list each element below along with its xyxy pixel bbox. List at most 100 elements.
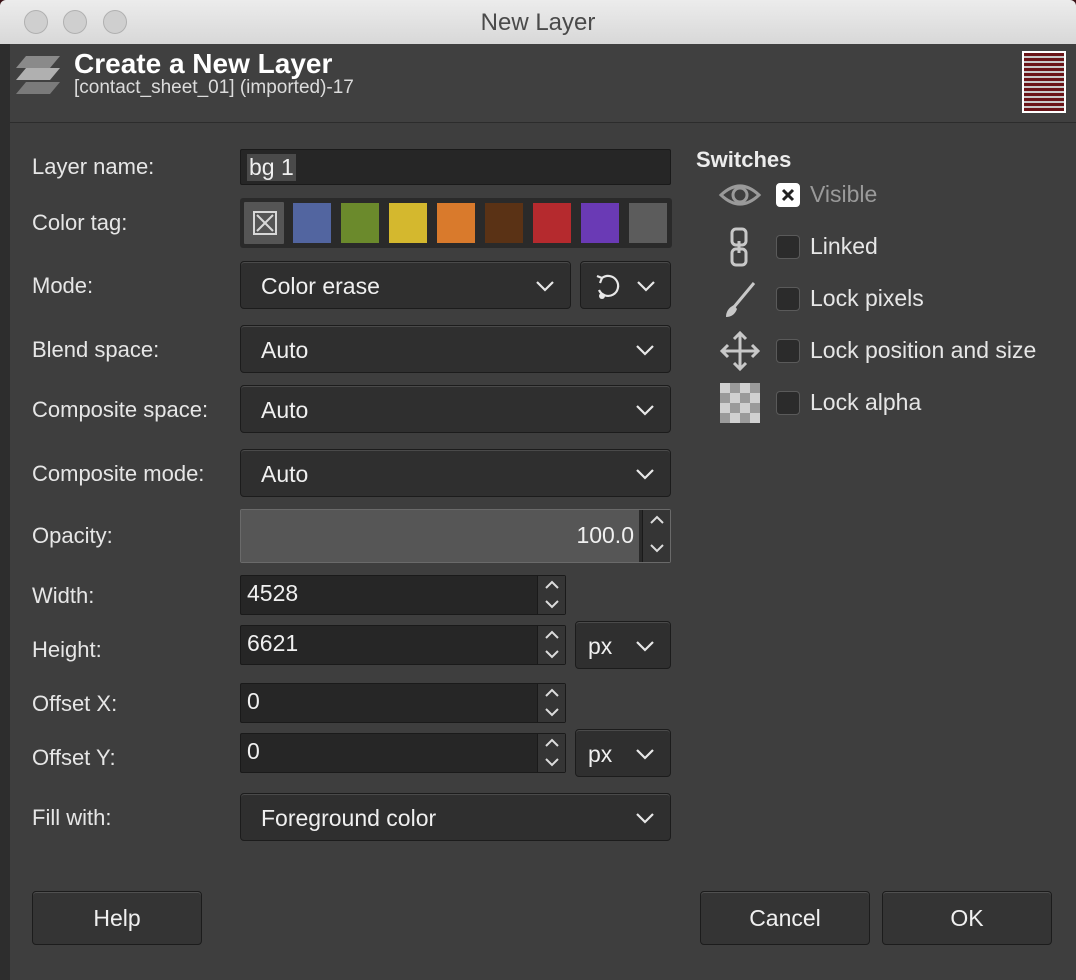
color-tag-bar [240, 198, 672, 248]
checkerboard-icon [720, 383, 760, 423]
arrow-down-icon[interactable] [544, 648, 560, 660]
window-edge [0, 44, 10, 980]
chain-icon [730, 227, 748, 267]
chevron-down-icon [636, 469, 654, 480]
composite-mode-label: Composite mode: [32, 461, 205, 486]
eye-icon [718, 184, 762, 206]
offset-x-spinner[interactable] [537, 684, 565, 722]
color-tag-swatch[interactable] [626, 200, 670, 246]
mode-label: Mode: [32, 273, 94, 298]
size-unit-combo[interactable]: px [575, 621, 671, 669]
checkmark-x-icon [781, 188, 795, 202]
fill-with-label: Fill with: [32, 805, 112, 830]
mode-value: Color erase [261, 273, 380, 299]
height-spinner[interactable] [537, 626, 565, 664]
arrow-up-icon[interactable] [544, 579, 560, 591]
color-tag-swatch[interactable] [578, 200, 622, 246]
color-tag-swatch[interactable] [386, 200, 430, 246]
fill-with-value: Foreground color [261, 805, 437, 831]
chevron-down-icon [636, 749, 654, 760]
linked-label: Linked [810, 233, 878, 259]
arrow-down-icon[interactable] [544, 756, 560, 768]
visible-label: Visible [810, 181, 878, 207]
lock-alpha-label: Lock alpha [810, 389, 922, 415]
color-tag-none[interactable] [242, 200, 286, 246]
cancel-button[interactable]: Cancel [700, 891, 870, 945]
chevron-down-icon [636, 405, 654, 416]
paintbrush-icon [726, 282, 756, 317]
lock-position-checkbox[interactable] [776, 339, 800, 363]
offset-y-input[interactable]: 0 [240, 733, 566, 773]
arrow-down-icon[interactable] [544, 706, 560, 718]
linked-checkbox[interactable] [776, 235, 800, 259]
width-spinner[interactable] [537, 576, 565, 614]
color-tag-swatch[interactable] [434, 200, 478, 246]
chevron-down-icon [636, 641, 654, 652]
composite-space-combo[interactable]: Auto [240, 385, 671, 433]
move-arrows-icon [719, 330, 761, 372]
reset-mode-icon [596, 274, 620, 299]
lock-pixels-checkbox[interactable] [776, 287, 800, 311]
fill-with-combo[interactable]: Foreground color [240, 793, 671, 841]
layer-name-input[interactable]: bg 1 [240, 149, 671, 185]
chevron-down-icon [536, 281, 554, 292]
dialog-heading: Create a New Layer [74, 48, 333, 79]
color-tag-swatch[interactable] [530, 200, 574, 246]
blend-space-combo[interactable]: Auto [240, 325, 671, 373]
title-bar[interactable]: New Layer [0, 0, 1076, 45]
mode-group-combo[interactable] [580, 261, 671, 309]
offset-x-input[interactable]: 0 [240, 683, 566, 723]
window-title: New Layer [480, 9, 596, 36]
opacity-label: Opacity: [32, 523, 113, 548]
no-color-icon [253, 211, 277, 235]
image-thumbnail [1022, 51, 1066, 113]
opacity-spinner[interactable] [642, 510, 670, 562]
arrow-up-icon[interactable] [544, 687, 560, 699]
lock-alpha-checkbox[interactable] [776, 391, 800, 415]
lock-pixels-label: Lock pixels [810, 285, 924, 311]
arrow-up-icon[interactable] [544, 737, 560, 749]
arrow-down-icon[interactable] [544, 598, 560, 610]
visible-checkbox[interactable] [776, 183, 800, 207]
chevron-down-icon [636, 813, 654, 824]
height-value: 6621 [247, 630, 299, 656]
blend-space-value: Auto [261, 337, 309, 363]
offset-unit-value: px [588, 741, 613, 767]
color-tag-label: Color tag: [32, 210, 128, 235]
height-label: Height: [32, 637, 102, 662]
mode-combo[interactable]: Color erase [240, 261, 571, 309]
opacity-scale[interactable]: 100.0 [240, 509, 671, 563]
layers-icon [16, 56, 60, 94]
composite-mode-combo[interactable]: Auto [240, 449, 671, 497]
offset-y-label: Offset Y: [32, 745, 116, 770]
layer-name-value: bg 1 [247, 154, 296, 181]
help-button[interactable]: Help [32, 891, 202, 945]
arrow-down-icon[interactable] [649, 542, 665, 554]
composite-space-label: Composite space: [32, 397, 209, 422]
offset-y-value: 0 [247, 738, 260, 764]
composite-space-value: Auto [261, 397, 309, 423]
offset-unit-combo[interactable]: px [575, 729, 671, 777]
switches-heading: Switches [696, 147, 792, 172]
color-tag-swatch[interactable] [290, 200, 334, 246]
offset-y-spinner[interactable] [537, 734, 565, 772]
color-tag-swatch[interactable] [338, 200, 382, 246]
width-value: 4528 [247, 580, 299, 606]
lock-position-label: Lock position and size [810, 337, 1037, 363]
ok-button[interactable]: OK [882, 891, 1052, 945]
color-tag-swatch[interactable] [482, 200, 526, 246]
opacity-value: 100.0 [576, 522, 634, 548]
dialog-header: Create a New Layer [contact_sheet_01] (i… [10, 44, 1076, 123]
width-label: Width: [32, 583, 95, 608]
arrow-up-icon[interactable] [544, 629, 560, 641]
height-input[interactable]: 6621 [240, 625, 566, 665]
image-name-subtitle: [contact_sheet_01] (imported)-17 [74, 77, 354, 98]
new-layer-dialog: New Layer Create a New Layer [contact_sh… [0, 0, 1076, 980]
chevron-down-icon [637, 281, 655, 292]
blend-space-label: Blend space: [32, 337, 160, 362]
width-input[interactable]: 4528 [240, 575, 566, 615]
offset-x-label: Offset X: [32, 691, 118, 716]
arrow-up-icon[interactable] [649, 514, 665, 526]
dialog-body: Layer name: bg 1 Color tag: Mode: Color … [10, 123, 1076, 980]
layer-name-label: Layer name: [32, 154, 155, 179]
